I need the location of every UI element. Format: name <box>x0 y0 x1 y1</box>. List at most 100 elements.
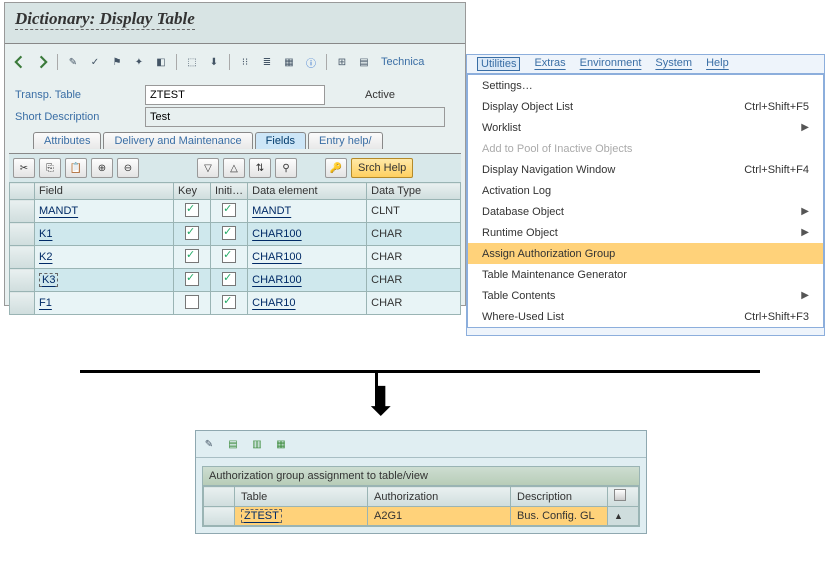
menu-item[interactable]: Assign Authorization Group <box>468 243 823 264</box>
menu-extras[interactable]: Extras <box>534 57 565 71</box>
elem-cell[interactable]: CHAR100 <box>248 269 367 292</box>
key-cell[interactable] <box>174 292 211 315</box>
checkbox-icon[interactable] <box>222 226 236 240</box>
back-icon[interactable] <box>11 53 29 71</box>
row-handle[interactable] <box>10 292 35 315</box>
key-cell[interactable] <box>174 269 211 292</box>
table-row[interactable]: MANDTMANDTCLNT <box>10 200 461 223</box>
save3-icon[interactable]: ▦ <box>272 435 290 453</box>
init-cell[interactable] <box>211 200 248 223</box>
toggle-icon[interactable]: ✎ <box>64 53 82 71</box>
field-cell[interactable]: K1 <box>35 223 174 246</box>
save2-icon[interactable]: ▥ <box>248 435 266 453</box>
col-init[interactable]: Initi… <box>211 183 248 200</box>
table-row[interactable]: K1CHAR100CHAR <box>10 223 461 246</box>
menu-item[interactable]: Database Object▶ <box>468 201 823 222</box>
menu-item[interactable]: Settings… <box>468 75 823 96</box>
insert-icon[interactable]: ⊕ <box>91 158 113 178</box>
elem-cell[interactable]: MANDT <box>248 200 367 223</box>
srch-help-button[interactable]: Srch Help <box>351 158 413 178</box>
paste-icon[interactable]: 📋 <box>65 158 87 178</box>
menu-environment[interactable]: Environment <box>580 57 642 71</box>
info-icon[interactable]: ⓘ <box>302 53 320 71</box>
checkbox-icon[interactable] <box>185 272 199 286</box>
expand-icon[interactable]: ▽ <box>197 158 219 178</box>
filter-icon[interactable]: ⚲ <box>275 158 297 178</box>
tab-entry[interactable]: Entry help/ <box>308 132 383 149</box>
init-cell[interactable] <box>211 269 248 292</box>
menu-item[interactable]: Runtime Object▶ <box>468 222 823 243</box>
active-icon[interactable]: ✓ <box>86 53 104 71</box>
auth-row-table[interactable]: ZTEST <box>241 509 282 523</box>
checkbox-icon[interactable] <box>222 203 236 217</box>
checkbox-icon[interactable] <box>185 203 199 217</box>
menu-item[interactable]: Where-Used ListCtrl+Shift+F3 <box>468 306 823 327</box>
auth-row[interactable]: ZTEST A2G1 Bus. Config. GL ▲ <box>204 507 639 526</box>
tab-fields[interactable]: Fields <box>255 132 306 149</box>
init-cell[interactable] <box>211 246 248 269</box>
menu-item[interactable]: Activation Log <box>468 180 823 201</box>
field-cell[interactable]: K2 <box>35 246 174 269</box>
tool1-icon[interactable]: ⬚ <box>183 53 201 71</box>
auth-col-desc[interactable]: Description <box>511 487 608 507</box>
checkbox-icon[interactable] <box>185 249 199 263</box>
menu-utilities[interactable]: Utilities <box>477 57 520 71</box>
menu-item[interactable]: Table Contents▶ <box>468 285 823 306</box>
checkbox-icon[interactable] <box>222 272 236 286</box>
checkbox-icon[interactable] <box>185 226 199 240</box>
edit-icon[interactable]: ✎ <box>200 435 218 453</box>
short-desc-field[interactable] <box>145 107 445 127</box>
menu-help[interactable]: Help <box>706 57 729 71</box>
menu-item[interactable]: Table Maintenance Generator <box>468 264 823 285</box>
check-icon[interactable]: ⚑ <box>108 53 126 71</box>
field-cell[interactable]: MANDT <box>35 200 174 223</box>
hierarchy-icon[interactable]: ⁝⁝ <box>236 53 254 71</box>
elem-cell[interactable]: CHAR100 <box>248 246 367 269</box>
menu-item[interactable]: Worklist▶ <box>468 117 823 138</box>
tool2-icon[interactable]: ⬇ <box>205 53 223 71</box>
menu-item[interactable]: Display Navigation WindowCtrl+Shift+F4 <box>468 159 823 180</box>
key-icon[interactable]: 🔑 <box>325 158 347 178</box>
auth-col-auth[interactable]: Authorization <box>368 487 511 507</box>
col-type[interactable]: Data Type <box>367 183 461 200</box>
tab-delivery[interactable]: Delivery and Maintenance <box>103 132 252 149</box>
elem-cell[interactable]: CHAR10 <box>248 292 367 315</box>
init-cell[interactable] <box>211 292 248 315</box>
checkbox-icon[interactable] <box>222 295 236 309</box>
row-handle[interactable] <box>10 223 35 246</box>
technical-settings-link[interactable]: Technica <box>381 56 424 68</box>
col-field[interactable]: Field <box>35 183 174 200</box>
key-cell[interactable] <box>174 246 211 269</box>
delete-icon[interactable]: ⊖ <box>117 158 139 178</box>
field-cell[interactable]: F1 <box>35 292 174 315</box>
table-row[interactable]: F1CHAR10CHAR <box>10 292 461 315</box>
tab-attributes[interactable]: Attributes <box>33 132 101 149</box>
elem-cell[interactable]: CHAR100 <box>248 223 367 246</box>
key-cell[interactable] <box>174 223 211 246</box>
field-cell[interactable]: K3 <box>35 269 174 292</box>
auth-col-table[interactable]: Table <box>235 487 368 507</box>
cut-icon[interactable]: ✂ <box>13 158 35 178</box>
row-handle[interactable] <box>10 200 35 223</box>
append-icon[interactable]: ⊞ <box>333 53 351 71</box>
activate-icon[interactable]: ✦ <box>130 53 148 71</box>
col-key[interactable]: Key <box>174 183 211 200</box>
row-handle[interactable] <box>10 246 35 269</box>
table-row[interactable]: K2CHAR100CHAR <box>10 246 461 269</box>
save1-icon[interactable]: ▤ <box>224 435 242 453</box>
sort-icon[interactable]: ⇅ <box>249 158 271 178</box>
checkbox-icon[interactable] <box>222 249 236 263</box>
menu-item[interactable]: Display Object ListCtrl+Shift+F5 <box>468 96 823 117</box>
list-icon[interactable]: ≣ <box>258 53 276 71</box>
menu-system[interactable]: System <box>655 57 692 71</box>
collapse-icon[interactable]: △ <box>223 158 245 178</box>
graphic-icon[interactable]: ▦ <box>280 53 298 71</box>
copy-icon[interactable]: ⎘ <box>39 158 61 178</box>
row-handle[interactable] <box>10 269 35 292</box>
init-cell[interactable] <box>211 223 248 246</box>
forward-icon[interactable] <box>33 53 51 71</box>
transp-table-field[interactable] <box>145 85 325 105</box>
checkbox-icon[interactable] <box>185 295 199 309</box>
key-cell[interactable] <box>174 200 211 223</box>
indexes-icon[interactable]: ▤ <box>355 53 373 71</box>
